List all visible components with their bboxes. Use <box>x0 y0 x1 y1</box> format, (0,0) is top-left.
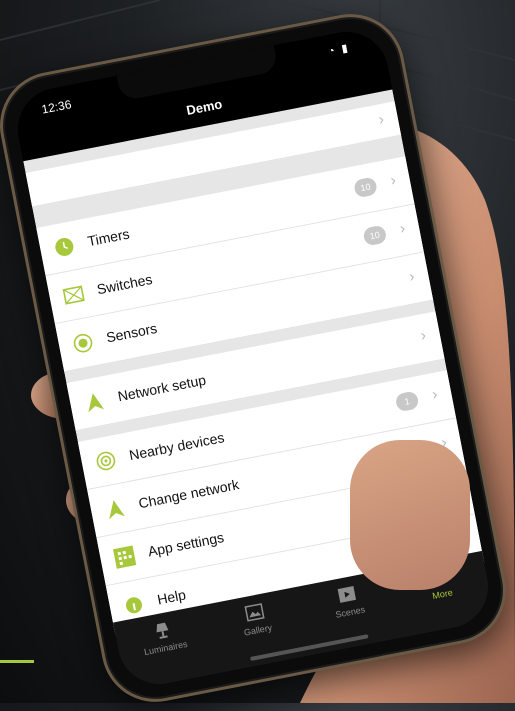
status-time: 12:36 <box>40 97 73 117</box>
help-icon <box>125 597 142 614</box>
menu-item-label: Timers <box>86 225 131 250</box>
tab-label: More <box>431 587 454 602</box>
chevron-right-icon: › <box>389 171 398 190</box>
lamp-icon <box>156 622 169 639</box>
tab-label: Luminaires <box>143 638 189 658</box>
count-badge: 10 <box>352 176 379 199</box>
menu-item-label: Switches <box>95 270 154 298</box>
clock-icon <box>55 237 74 256</box>
chevron-right-icon: › <box>419 326 428 345</box>
nearby-icon <box>96 451 116 471</box>
wifi-icon: ◔ ▮ <box>327 41 351 58</box>
tab-luminaires[interactable]: Luminaires <box>126 615 201 660</box>
gallery-icon <box>244 603 265 622</box>
change-network-icon <box>109 500 125 520</box>
tab-gallery[interactable]: Gallery <box>218 597 293 642</box>
menu-item-label: Help <box>155 586 188 608</box>
chevron-right-icon: › <box>398 219 407 238</box>
sensor-icon <box>73 333 93 353</box>
chevron-right-icon: › <box>407 267 416 286</box>
menu-item-label: Nearby devices <box>127 429 226 464</box>
count-badge: 1 <box>394 390 420 413</box>
count-badge: 10 <box>362 224 388 247</box>
menu-item-label: Network setup <box>116 371 208 405</box>
home-indicator[interactable] <box>250 634 369 661</box>
tab-label: Scenes <box>334 604 366 620</box>
tab-scenes[interactable]: Scenes <box>311 579 386 624</box>
settings-icon <box>112 545 137 569</box>
switch-icon <box>62 285 85 305</box>
scenes-icon <box>337 586 357 603</box>
tab-label: Gallery <box>243 622 273 638</box>
menu-item-label: App settings <box>146 529 226 560</box>
chevron-right-icon: › <box>377 110 386 129</box>
menu-item-label: Sensors <box>104 319 159 346</box>
menu-item-label: Change network <box>137 476 241 512</box>
thumb <box>350 440 470 590</box>
chevron-right-icon: › <box>430 385 439 404</box>
network-icon <box>88 393 105 413</box>
